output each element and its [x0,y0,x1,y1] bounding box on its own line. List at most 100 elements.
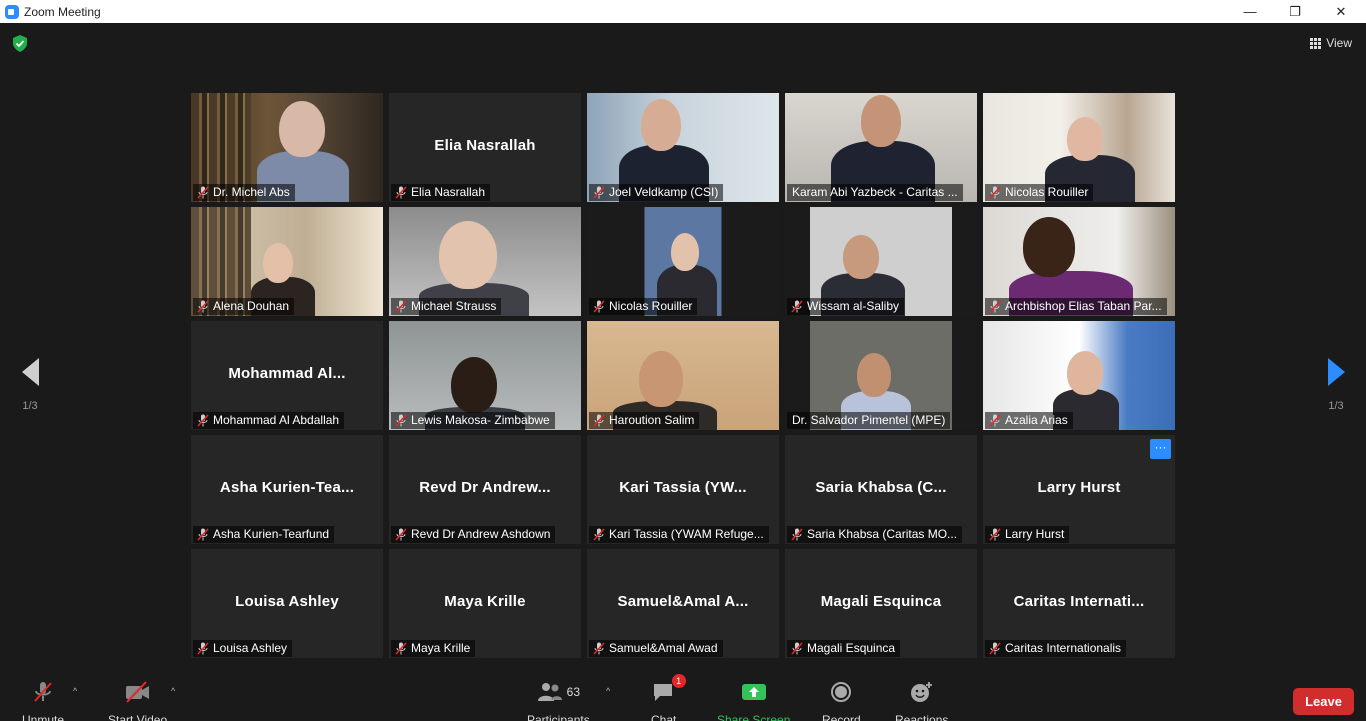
participant-tile[interactable]: Nicolas Rouiller [983,93,1175,202]
participant-name-text: Archbishop Elias Taban Par... [1005,299,1162,313]
participant-name-text: Saria Khabsa (Caritas MO... [807,527,958,541]
participant-display-name: Caritas Internati... [1013,593,1145,610]
participant-tile[interactable]: Louisa Ashley Louisa Ashley [191,549,383,658]
muted-microphone-icon [197,414,209,427]
participant-tile[interactable]: Mohammad Al... Mohammad Al Abdallah [191,321,383,430]
participant-name-text: Maya Krille [411,641,471,655]
participant-tile[interactable]: Revd Dr Andrew... Revd Dr Andrew Ashdown [389,435,581,544]
participant-display-name: Louisa Ashley [235,593,339,610]
muted-microphone-icon [197,528,209,541]
meeting-toolbar: Unmute ^ Start Video ^ 63 Participants ^… [0,672,1366,721]
muted-microphone-icon [593,414,605,427]
reactions-button[interactable]: Reactions [895,680,948,721]
participant-tile[interactable]: Dr. Michel Abs [191,93,383,202]
zoom-window: Zoom Meeting — ❐ ✕ View 1/3 1/3 Dr. Mich… [0,0,1366,721]
participant-tile[interactable]: Elia Nasrallah Elia Nasrallah [389,93,581,202]
chat-unread-badge: 1 [671,674,686,688]
participant-tile[interactable]: Dr. Salvador Pimentel (MPE) [785,321,977,430]
arrow-left-icon [21,358,39,386]
share-screen-button[interactable]: Share Screen [717,680,790,721]
close-button[interactable]: ✕ [1318,0,1364,23]
participant-name-text: Revd Dr Andrew Ashdown [411,527,551,541]
muted-microphone-icon [395,528,407,541]
next-page-button[interactable]: 1/3 [1316,358,1356,412]
record-button[interactable]: Record [822,680,861,721]
audio-options-caret[interactable]: ^ [73,686,77,696]
more-options-button[interactable]: ··· [1150,439,1171,459]
participant-tile[interactable]: Joel Veldkamp (CSI) [587,93,779,202]
participant-name-label: Dr. Salvador Pimentel (MPE) [787,412,951,429]
minimize-button[interactable]: — [1227,0,1273,23]
participant-tile[interactable]: Lewis Makosa- Zimbabwe [389,321,581,430]
security-shield-icon[interactable] [12,35,28,52]
muted-microphone-icon [989,186,1001,199]
muted-microphone-icon [791,300,803,313]
participant-tile[interactable]: Larry Hurst Larry Hurst ··· [983,435,1175,544]
participant-name-label: Louisa Ashley [193,640,293,657]
participant-tile[interactable]: Nicolas Rouiller [587,207,779,316]
participant-tile[interactable]: Asha Kurien-Tea... Asha Kurien-Tearfund [191,435,383,544]
participant-display-name: Revd Dr Andrew... [419,479,551,496]
participant-tile[interactable]: Haroution Salim [587,321,779,430]
participant-name-label: Lewis Makosa- Zimbabwe [391,412,555,429]
muted-microphone-icon [989,528,1001,541]
participant-tile[interactable]: Caritas Internati... Caritas Internationa… [983,549,1175,658]
view-button[interactable]: View [1310,33,1352,53]
participant-name-text: Caritas Internationalis [1005,641,1122,655]
participant-name-label: Caritas Internationalis [985,640,1127,657]
microphone-muted-icon [31,680,55,704]
muted-microphone-icon [791,528,803,541]
participant-name-label: Mohammad Al Abdallah [193,412,345,429]
video-options-caret[interactable]: ^ [171,686,175,696]
participant-name-label: Nicolas Rouiller [589,298,698,315]
participant-display-name: Asha Kurien-Tea... [219,479,355,496]
share-screen-icon [741,684,766,700]
participant-tile[interactable]: Maya Krille Maya Krille [389,549,581,658]
participant-name-text: Nicolas Rouiller [1005,185,1089,199]
participants-icon [537,683,562,701]
title-bar: Zoom Meeting — ❐ ✕ [0,0,1366,23]
participant-name-text: Elia Nasrallah [411,185,486,199]
participant-name-label: Joel Veldkamp (CSI) [589,184,724,201]
muted-microphone-icon [395,300,407,313]
participant-tile[interactable]: Kari Tassia (YW... Kari Tassia (YWAM Refu… [587,435,779,544]
muted-microphone-icon [593,186,605,199]
participants-options-caret[interactable]: ^ [606,686,610,696]
muted-microphone-icon [791,642,803,655]
participant-name-text: Dr. Michel Abs [213,185,290,199]
previous-page-button[interactable]: 1/3 [10,358,50,412]
participant-tile[interactable]: Azalia Arias [983,321,1175,430]
maximize-button[interactable]: ❐ [1272,0,1318,23]
participant-name-text: Alena Douhan [213,299,290,313]
participant-name-label: Michael Strauss [391,298,502,315]
participant-name-label: Asha Kurien-Tearfund [193,526,335,543]
participant-name-label: Samuel&Amal Awad [589,640,723,657]
participant-name-text: Larry Hurst [1005,527,1065,541]
participant-name-label: Saria Khabsa (Caritas MO... [787,526,963,543]
muted-microphone-icon [395,414,407,427]
record-icon [831,682,852,702]
participant-name-text: Magali Esquinca [807,641,896,655]
participant-name-label: Wissam al-Saliby [787,298,905,315]
participant-tile[interactable]: Alena Douhan [191,207,383,316]
leave-button[interactable]: Leave [1293,688,1354,715]
participant-tile[interactable]: Samuel&Amal A... Samuel&Amal Awad [587,549,779,658]
reactions-icon [910,682,932,702]
participant-name-label: Azalia Arias [985,412,1073,429]
participant-name-text: Kari Tassia (YWAM Refuge... [609,527,764,541]
participant-display-name: Magali Esquinca [820,593,942,610]
participant-tile[interactable]: Karam Abi Yazbeck - Caritas ... [785,93,977,202]
participant-tile[interactable]: Saria Khabsa (C... Saria Khabsa (Caritas … [785,435,977,544]
participant-display-name: Elia Nasrallah [434,137,536,154]
participants-button[interactable]: 63 Participants [527,680,590,721]
chat-button[interactable]: 1 Chat [651,674,686,721]
start-video-button[interactable]: Start Video [108,680,167,721]
participant-tile[interactable]: Michael Strauss [389,207,581,316]
participant-tile[interactable]: Archbishop Elias Taban Par... [983,207,1175,316]
participant-tile[interactable]: Wissam al-Saliby [785,207,977,316]
participant-name-text: Karam Abi Yazbeck - Caritas ... [792,185,958,199]
unmute-button[interactable]: Unmute [22,680,64,721]
participant-name-text: Mohammad Al Abdallah [213,413,340,427]
participant-tile[interactable]: Magali Esquinca Magali Esquinca [785,549,977,658]
participant-name-label: Magali Esquinca [787,640,901,657]
